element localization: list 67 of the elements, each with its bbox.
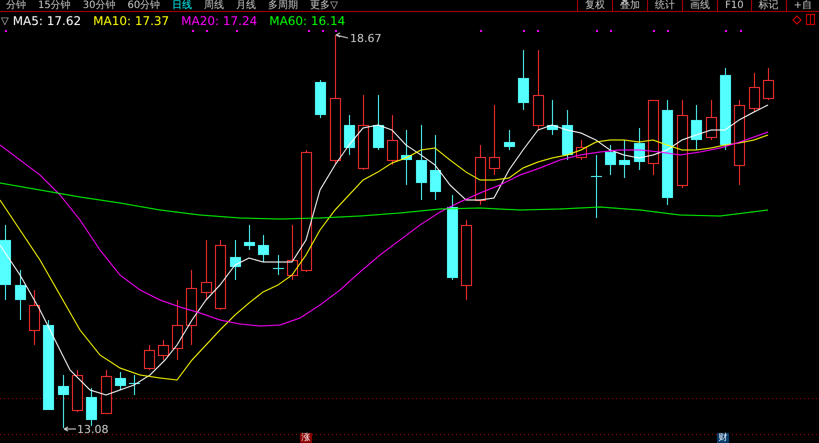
toolbar-button[interactable]: 标记 — [750, 0, 786, 11]
candlestick — [287, 224, 298, 280]
period-tab[interactable]: 60分钟 — [121, 0, 166, 11]
candlestick — [489, 104, 500, 176]
moving-average-label: MA5: 17.62 — [12, 14, 82, 28]
candlestick — [387, 114, 398, 166]
event-badge[interactable]: 财 — [717, 433, 729, 443]
diamond-icon[interactable] — [792, 14, 802, 24]
candlestick — [547, 100, 558, 136]
candlestick — [401, 130, 412, 186]
candlestick — [706, 100, 717, 140]
candlestick — [244, 224, 255, 250]
candlestick — [58, 374, 69, 428]
candlestick — [518, 50, 529, 110]
toolbar-button[interactable]: 画线 — [682, 0, 718, 11]
period-tab[interactable]: 分钟 — [0, 0, 32, 11]
candlestick — [115, 372, 126, 390]
panel-icon[interactable] — [806, 14, 815, 25]
candlestick — [749, 72, 760, 112]
legend-toggle[interactable]: ▽ — [1, 16, 9, 26]
toolbar-button[interactable]: 叠加 — [612, 0, 648, 11]
candlestick — [576, 140, 587, 160]
candlestick — [619, 140, 630, 178]
period-tab[interactable]: 日线 — [166, 0, 198, 11]
period-tab[interactable]: 多周期 — [262, 0, 304, 11]
period-tab[interactable]: 15分钟 — [32, 0, 77, 11]
candlestick — [101, 370, 112, 414]
candlestick — [605, 144, 616, 176]
leader-line — [336, 32, 348, 38]
leader-line — [64, 426, 76, 432]
candlestick — [172, 300, 183, 360]
moving-average-label: MA10: 17.37 — [93, 14, 170, 28]
toolbar-button[interactable]: 复权 — [577, 0, 612, 11]
toolbar-button[interactable]: +自 — [786, 0, 819, 11]
candlestick — [29, 290, 40, 346]
candlestick — [591, 154, 602, 218]
candlestick — [158, 340, 169, 360]
candlestick — [230, 240, 241, 280]
period-tab[interactable]: 月线 — [230, 0, 262, 11]
event-badge[interactable]: 涨 — [300, 433, 312, 443]
candlestick — [258, 234, 269, 262]
candlestick — [430, 134, 441, 200]
candlestick — [144, 344, 155, 370]
candlestick — [504, 130, 515, 150]
candlestick — [215, 240, 226, 310]
moving-average-label: MA20: 17.24 — [181, 14, 258, 28]
candlestick — [72, 370, 83, 412]
candlestick — [475, 144, 486, 206]
candlestick — [201, 240, 212, 300]
candlestick — [273, 254, 284, 276]
candlestick — [129, 374, 140, 396]
candlestick — [763, 68, 774, 100]
candlestick — [86, 388, 97, 426]
period-tab[interactable]: 30分钟 — [76, 0, 122, 11]
low-price-label: 13.08 — [77, 423, 108, 436]
period-tab[interactable]: 更多▽ — [304, 0, 344, 11]
moving-average-label: MA60: 16.14 — [269, 14, 346, 28]
candlestick — [634, 128, 645, 170]
period-tab[interactable]: 周线 — [198, 0, 230, 11]
candlestick — [691, 104, 702, 150]
candlestick — [373, 94, 384, 150]
high-price-label: 18.67 — [350, 32, 382, 45]
candlestick — [344, 114, 355, 156]
toolbar-button[interactable]: F10 — [717, 0, 751, 11]
candlestick — [315, 80, 326, 118]
candlestick — [15, 270, 26, 320]
candlestick — [562, 110, 573, 160]
